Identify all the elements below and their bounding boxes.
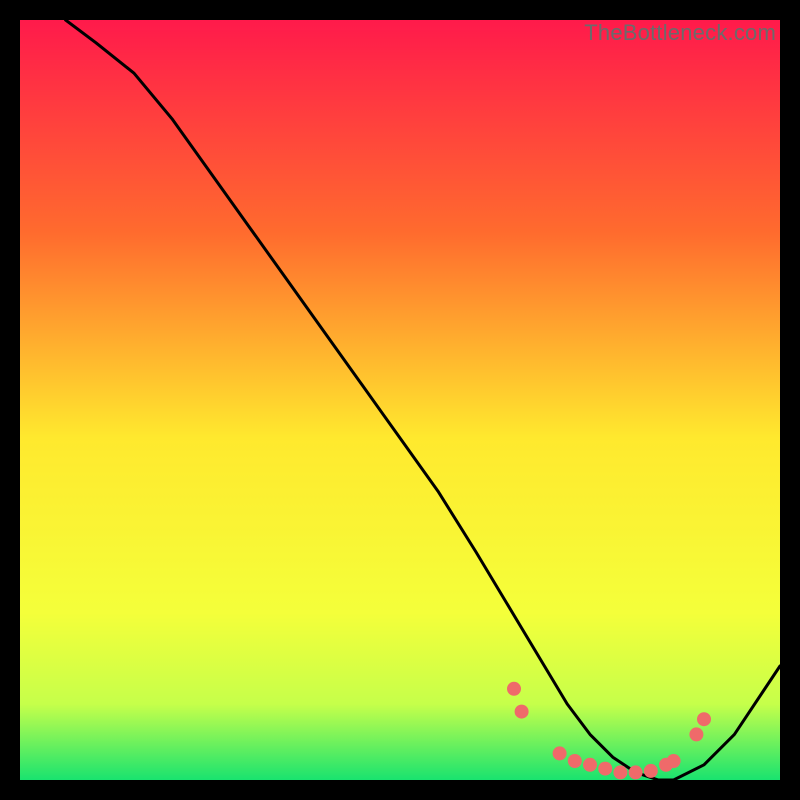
gradient-background	[20, 20, 780, 780]
highlight-dot	[583, 758, 597, 772]
highlight-dot	[629, 765, 643, 779]
highlight-dot	[553, 746, 567, 760]
chart-svg	[20, 20, 780, 780]
highlight-dot	[697, 712, 711, 726]
watermark-text: TheBottleneck.com	[584, 20, 776, 46]
highlight-dot	[598, 762, 612, 776]
highlight-dot	[689, 727, 703, 741]
highlight-dot	[515, 705, 529, 719]
highlight-dot	[644, 764, 658, 778]
highlight-dot	[613, 765, 627, 779]
chart-frame: TheBottleneck.com	[20, 20, 780, 780]
highlight-dot	[568, 754, 582, 768]
highlight-dot	[667, 754, 681, 768]
highlight-dot	[507, 682, 521, 696]
